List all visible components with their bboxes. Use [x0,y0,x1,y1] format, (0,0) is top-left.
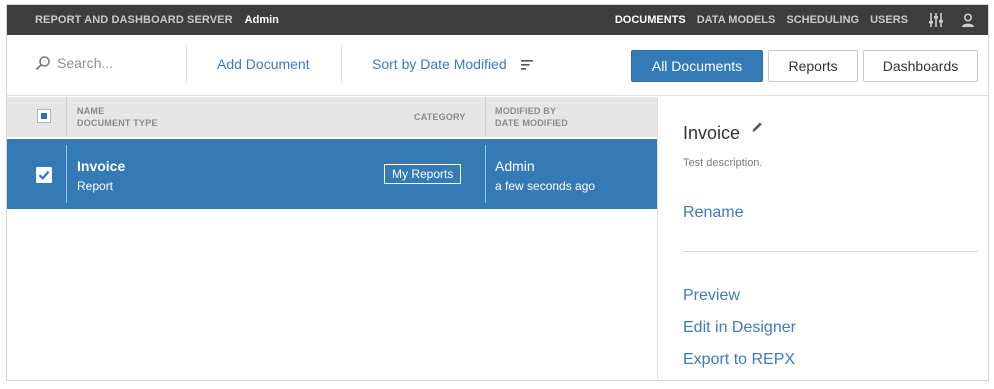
table-row[interactable]: Invoice Report My Reports Admin a few se… [7,139,657,209]
details-divider [683,251,978,252]
document-type: Report [77,179,114,193]
column-header-category[interactable]: CATEGORY [414,111,466,123]
column-type-label: DOCUMENT TYPE [77,118,158,128]
details-description: Test description. [683,157,763,169]
row-divider [66,145,67,203]
search-box [35,55,177,71]
pencil-icon[interactable] [751,120,764,133]
app-title: REPORT AND DASHBOARD SERVER [35,14,233,26]
document-name: Invoice [77,158,126,174]
nav-scheduling[interactable]: SCHEDULING [786,14,859,26]
column-date-label: DATE MODIFIED [495,118,568,128]
nav-documents[interactable]: DOCUMENTS [615,14,686,26]
list-header: NAME DOCUMENT TYPE CATEGORY MODIFIED BY … [7,97,657,137]
top-bar: REPORT AND DASHBOARD SERVER Admin DOCUME… [7,5,988,35]
select-all-checkbox[interactable] [37,109,51,123]
settings-sliders-icon[interactable] [928,12,944,28]
filter-all-documents-button[interactable]: All Documents [631,50,763,82]
search-input[interactable] [57,55,177,71]
add-document-button[interactable]: Add Document [217,56,310,72]
user-profile-icon[interactable] [960,12,976,28]
main-nav: DOCUMENTS DATA MODELS SCHEDULING USERS [615,5,908,35]
edit-in-designer-link[interactable]: Edit in Designer [683,319,796,337]
sort-icon[interactable] [521,60,533,70]
row-checkbox[interactable] [36,167,52,183]
document-list: NAME DOCUMENT TYPE CATEGORY MODIFIED BY … [7,97,657,380]
details-panel: Invoice Test description. Rename Preview… [657,97,988,380]
filter-reports-button[interactable]: Reports [768,50,858,82]
column-divider [485,97,486,137]
toolbar-divider [341,45,342,83]
nav-data-models[interactable]: DATA MODELS [697,14,776,26]
details-title: Invoice [683,123,741,143]
export-to-repx-link[interactable]: Export to REPX [683,351,795,369]
column-header-modified[interactable]: MODIFIED BY DATE MODIFIED [495,105,568,129]
current-user: Admin [244,14,279,26]
sort-button[interactable]: Sort by Date Modified [372,56,507,72]
date-modified: a few seconds ago [495,179,596,193]
toolbar-divider [186,45,187,83]
search-icon [35,56,50,71]
category-badge[interactable]: My Reports [384,164,462,184]
preview-link[interactable]: Preview [683,287,740,305]
column-modified-by-label: MODIFIED BY [495,106,557,116]
document-toolbar: Add Document Sort by Date Modified All D… [7,35,988,96]
modified-by: Admin [495,158,535,174]
column-divider [66,97,67,137]
filter-dashboards-button[interactable]: Dashboards [863,50,978,82]
checkmark-icon [38,170,50,180]
column-header-name[interactable]: NAME DOCUMENT TYPE [77,105,158,129]
app-window: REPORT AND DASHBOARD SERVER Admin DOCUME… [6,4,989,381]
row-divider [485,145,486,203]
column-name-label: NAME [77,106,105,116]
nav-users[interactable]: USERS [870,14,908,26]
rename-link[interactable]: Rename [683,204,743,222]
